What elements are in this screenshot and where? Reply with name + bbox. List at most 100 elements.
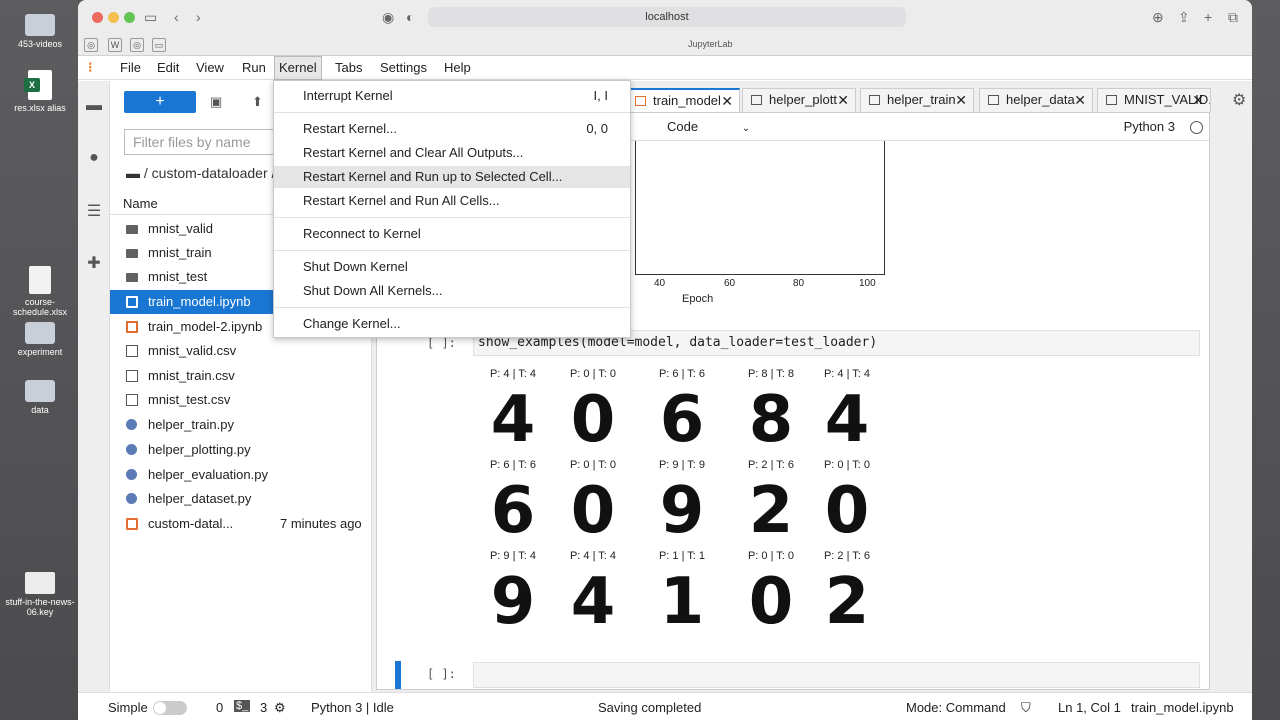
terminals-count[interactable]: 0 [216, 700, 223, 715]
prediction-label: P: 9 | T: 4 [489, 550, 537, 562]
new-folder-icon[interactable]: ▣ [210, 94, 222, 110]
close-tab-icon[interactable]: ✕ [721, 90, 733, 112]
folder-icon [25, 14, 55, 36]
kernel-status-text[interactable]: Python 3 | Idle [311, 700, 394, 715]
upload-icon[interactable]: ⬆ [252, 94, 263, 110]
menu-item-change-kernel[interactable]: Change Kernel... [274, 313, 630, 335]
menu-item-restart-clear-outputs[interactable]: Restart Kernel and Clear All Outputs... [274, 142, 630, 164]
menu-item-reconnect-kernel[interactable]: Reconnect to Kernel [274, 223, 630, 245]
file-row[interactable]: mnist_train.csv [110, 364, 372, 388]
desktop-item-res-xlsx[interactable]: res.xlsx alias [2, 70, 78, 113]
x-tick-label: 80 [793, 278, 805, 289]
tab-helper-plotting[interactable]: helper_plott ✕ [742, 88, 856, 112]
extensions-icon[interactable]: ✚ [85, 255, 103, 273]
menu-item-interrupt-kernel[interactable]: Interrupt Kernel I, I [274, 85, 630, 107]
close-window-button[interactable] [92, 12, 103, 23]
running-kernels-icon[interactable]: ● [85, 149, 103, 167]
menu-separator [274, 217, 630, 218]
close-tab-icon[interactable]: ✕ [837, 89, 849, 111]
cursor-position-text[interactable]: Ln 1, Col 1 [1058, 700, 1121, 715]
desktop-item-course-schedule[interactable]: course-schedule.xlsx [2, 266, 78, 317]
desktop: 453-videos res.xlsx alias course-schedul… [0, 0, 78, 720]
menu-edit[interactable]: Edit [153, 60, 183, 75]
close-tab-icon[interactable]: ✕ [1192, 89, 1204, 111]
desktop-item-experiment[interactable]: experiment [2, 322, 78, 357]
x-axis-label: Epoch [682, 293, 714, 305]
kernel-name-button[interactable]: Python 3 [1124, 119, 1175, 134]
table-of-contents-icon[interactable]: ☰ [85, 203, 103, 221]
x-tick-label: 40 [654, 278, 666, 289]
menu-item-restart-run-to-selected[interactable]: Restart Kernel and Run up to Selected Ce… [274, 166, 630, 188]
forward-icon[interactable]: › [196, 8, 201, 26]
menu-item-shut-down-all-kernels[interactable]: Shut Down All Kernels... [274, 280, 630, 302]
browser-toolbar: ▭ ‹ › ◉ ◐ localhost ⊕ ⇪ + ⧉ [78, 0, 1252, 34]
file-row[interactable]: helper_train.py [110, 413, 372, 437]
excel-file-icon [24, 70, 52, 100]
menu-help[interactable]: Help [440, 60, 475, 75]
breadcrumb[interactable]: ▬ / custom-dataloader / [126, 165, 275, 181]
file-row[interactable]: mnist_test.csv [110, 388, 372, 412]
empty-code-cell[interactable] [473, 662, 1200, 688]
property-inspector-gear-icon[interactable]: ⚙ [1232, 90, 1246, 110]
digit-image: 8 [748, 383, 794, 457]
file-browser-icon[interactable]: ▬ [85, 97, 103, 115]
sidebar-toggle-icon[interactable]: ▭ [144, 8, 157, 26]
digit-image: 6 [490, 474, 536, 548]
menu-settings[interactable]: Settings [376, 60, 431, 75]
digit-image: 0 [570, 383, 616, 457]
menu-kernel[interactable]: Kernel [274, 56, 322, 80]
back-icon[interactable]: ‹ [174, 8, 179, 26]
notebook-icon [635, 96, 646, 106]
tab-overview-icon[interactable]: ⧉ [1228, 8, 1238, 26]
menu-tabs[interactable]: Tabs [331, 60, 366, 75]
tab-train-model[interactable]: train_model ✕ [626, 88, 740, 112]
folder-icon [25, 380, 55, 402]
shield-icon[interactable]: ◐ [406, 8, 414, 26]
privacy-icon[interactable]: ◉ [382, 8, 394, 26]
kernel-menu-dropdown: Interrupt Kernel I, I Restart Kernel... 0,… [273, 80, 631, 338]
maximize-window-button[interactable] [124, 12, 135, 23]
file-row[interactable]: helper_dataset.py [110, 487, 372, 511]
spreadsheet-icon [126, 370, 138, 382]
address-bar[interactable]: localhost [428, 7, 906, 27]
menu-item-restart-kernel[interactable]: Restart Kernel... 0, 0 [274, 118, 630, 140]
window-bookmark-icon[interactable]: ▭ [152, 38, 166, 52]
desktop-item-453-videos[interactable]: 453-videos [2, 14, 78, 49]
desktop-item-data[interactable]: data [2, 380, 78, 415]
w-bookmark-icon[interactable]: W [108, 38, 122, 52]
file-icon [869, 95, 880, 105]
prediction-label: P: 0 | T: 0 [747, 550, 795, 562]
prediction-label: P: 6 | T: 6 [658, 368, 706, 380]
close-tab-icon[interactable]: ✕ [1074, 89, 1086, 111]
save-status-text: Saving completed [598, 700, 702, 715]
file-row[interactable]: mnist_valid.csv [110, 339, 372, 363]
keynote-file-icon [25, 572, 55, 594]
menu-item-shut-down-kernel[interactable]: Shut Down Kernel [274, 256, 630, 278]
current-file-name: train_model.ipynb [1131, 700, 1234, 715]
share-icon[interactable]: ⇪ [1178, 8, 1190, 26]
menu-file[interactable]: File [116, 60, 145, 75]
menu-view[interactable]: View [192, 60, 228, 75]
desktop-item-stuff-in-the-news[interactable]: stuff-in-the-news-06.key [2, 572, 78, 617]
download-icon[interactable]: ⊕ [1152, 8, 1164, 26]
tab-helper-data[interactable]: helper_data ✕ [979, 88, 1093, 112]
file-row[interactable]: helper_evaluation.py [110, 463, 372, 487]
menu-run[interactable]: Run [238, 60, 270, 75]
tab-helper-train[interactable]: helper_train ✕ [860, 88, 974, 112]
digit-image: 2 [824, 565, 870, 639]
new-tab-icon[interactable]: + [1204, 8, 1212, 26]
minimize-window-button[interactable] [108, 12, 119, 23]
file-row[interactable]: custom-datal... 7 minutes ago [110, 512, 372, 536]
github-bookmark-icon-2[interactable]: ◎ [130, 38, 144, 52]
kernels-count[interactable]: 3 [260, 700, 267, 715]
github-bookmark-icon[interactable]: ◎ [84, 38, 98, 52]
tab-mnist-valid[interactable]: MNIST_VALID. ✕ [1097, 88, 1211, 112]
close-tab-icon[interactable]: ✕ [955, 89, 967, 111]
python-file-icon [126, 444, 137, 455]
menu-item-restart-run-all[interactable]: Restart Kernel and Run All Cells... [274, 190, 630, 212]
cell-type-select[interactable]: Code ⌄ [667, 119, 750, 134]
file-row[interactable]: helper_plotting.py [110, 438, 372, 462]
digit-image: 9 [490, 565, 536, 639]
new-launcher-button[interactable]: + [124, 91, 196, 113]
simple-mode-toggle[interactable] [153, 701, 187, 715]
